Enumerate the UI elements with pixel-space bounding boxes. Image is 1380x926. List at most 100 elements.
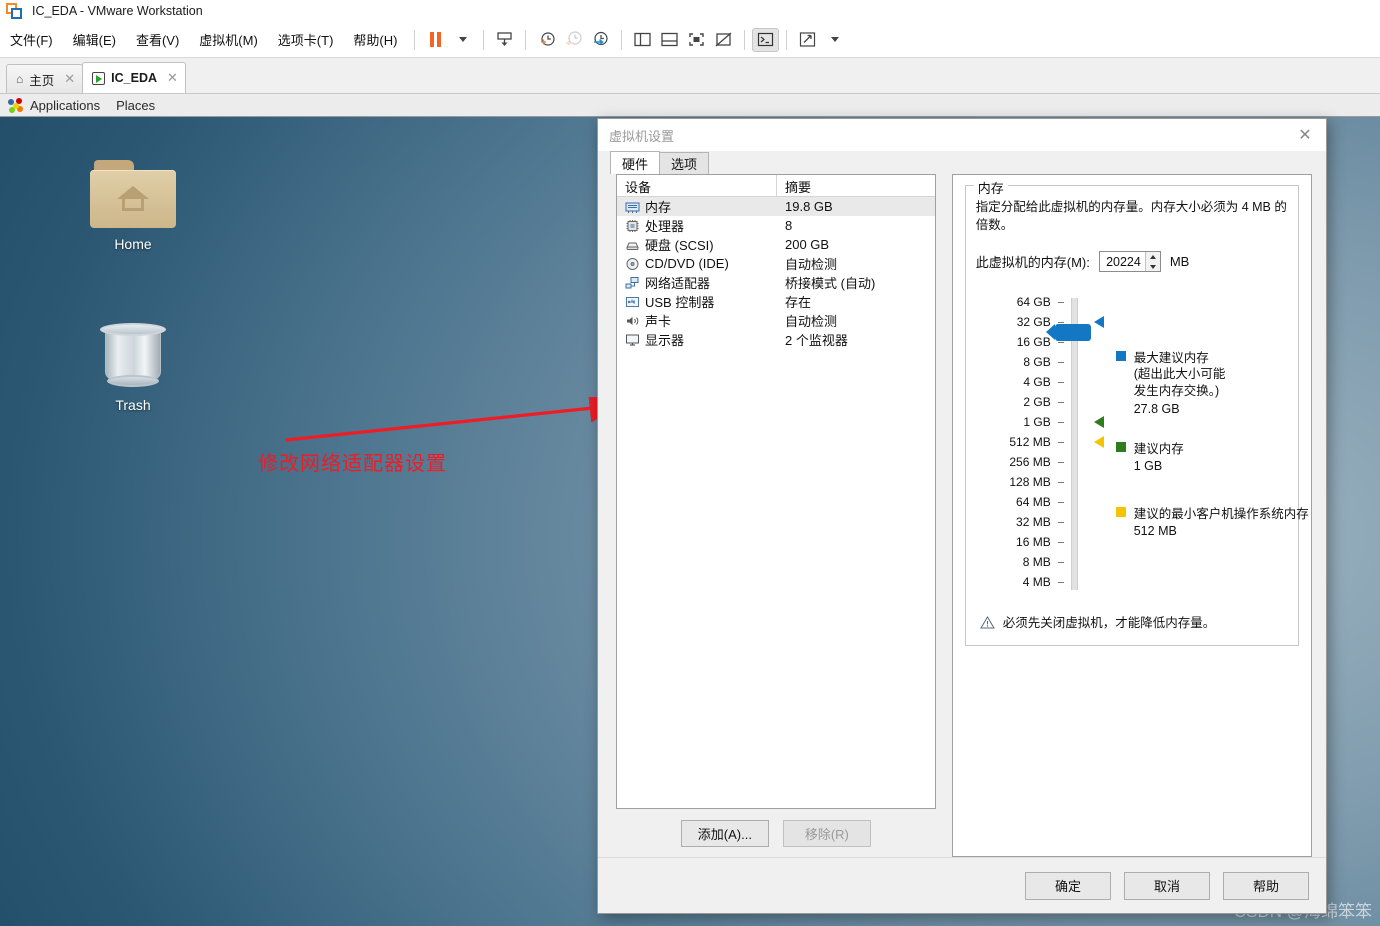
menu-file[interactable]: 文件(F) [0, 26, 63, 53]
vm-play-icon [92, 71, 106, 85]
applications-menu[interactable]: Applications [8, 97, 100, 113]
device-name: 声卡 [645, 314, 672, 329]
screen: IC_EDA - VMware Workstation 文件(F) 编辑(E) … [0, 0, 1380, 926]
remove-device-button[interactable]: 移除(R) [782, 819, 871, 847]
power-dropdown-caret-icon[interactable] [449, 28, 476, 52]
device-list-header: 设备 摘要 [617, 175, 935, 197]
table-row[interactable]: 硬盘 (SCSI) 200 GB [617, 235, 935, 254]
window-titlebar: IC_EDA - VMware Workstation [0, 0, 1380, 22]
device-name: 内存 [645, 200, 672, 215]
memory-settings-panel: 内存 指定分配给此虚拟机的内存量。内存大小必须为 4 MB 的倍数。 此虚拟机的… [951, 174, 1312, 857]
legend-item-max-recommended: 最大建议内存 (超出此大小可能 发生内存交换。) 27.8 GB [1115, 347, 1311, 416]
legend-title: 建议的最小客户机操作系统内存 [1133, 507, 1309, 521]
snapshot-manager-icon[interactable] [587, 28, 614, 52]
cd-dvd-icon [626, 257, 639, 270]
device-buttons: 添加(A)... 移除(R) [616, 809, 936, 857]
dialog-footer: 确定 取消 帮助 [598, 857, 1326, 913]
scale-tick-label: 8 MB [1022, 555, 1051, 570]
toolbar-separator [786, 29, 788, 50]
guest-top-panel: Applications Places [0, 94, 1380, 117]
settings-column: 内存 指定分配给此虚拟机的内存量。内存大小必须为 4 MB 的倍数。 此虚拟机的… [951, 174, 1312, 857]
table-row[interactable]: 内存 19.8 GB [617, 197, 935, 216]
unity-mode-icon[interactable] [710, 28, 737, 52]
device-summary: 8 [785, 218, 793, 233]
home-folder-icon [90, 160, 176, 230]
table-row[interactable]: 处理器 8 [617, 216, 935, 235]
tab-close-icon[interactable]: ✕ [64, 71, 75, 87]
device-summary: 自动检测 [785, 314, 838, 329]
pause-icon[interactable] [422, 28, 449, 52]
help-button[interactable]: 帮助 [1223, 871, 1309, 900]
memory-icon [625, 202, 640, 213]
device-name: 硬盘 (SCSI) [645, 238, 714, 253]
dialog-body: 设备 摘要 内存 19.8 GB 处理器 8 硬盘 (SCSI) 200 GB … [598, 174, 1326, 857]
console-icon[interactable] [752, 27, 780, 52]
memory-stepper[interactable] [1098, 251, 1161, 273]
desktop-icon-trash-label: Trash [115, 397, 151, 413]
show-sidebar-icon[interactable] [629, 28, 656, 52]
tab-home[interactable]: ⌂ 主页 ✕ [6, 64, 84, 93]
legend-title: 建议内存 [1133, 442, 1184, 456]
take-snapshot-icon[interactable] [533, 28, 560, 52]
scale-tick-label: 64 MB [1016, 495, 1051, 510]
memory-input[interactable] [1099, 254, 1145, 269]
cancel-button[interactable]: 取消 [1124, 871, 1210, 900]
tab-ic-eda[interactable]: IC_EDA ✕ [82, 62, 186, 93]
table-row[interactable]: 显示器 2 个监视器 [617, 330, 935, 349]
memory-groupbox-legend: 内存 [973, 178, 1008, 197]
network-adapter-icon [625, 276, 639, 288]
table-row[interactable]: 声卡 自动检测 [617, 311, 935, 330]
harddisk-icon [626, 242, 639, 250]
tab-close-icon[interactable]: ✕ [167, 70, 178, 86]
stepper-up-icon[interactable] [1146, 252, 1160, 262]
scale-tick-label: 16 MB [1016, 535, 1051, 550]
menu-view[interactable]: 查看(V) [126, 26, 189, 53]
places-menu[interactable]: Places [116, 98, 155, 113]
desktop-icon-home[interactable]: Home [73, 160, 193, 252]
memory-field-row: 此虚拟机的内存(M): MB [976, 251, 1288, 273]
dialog-titlebar: 虚拟机设置 ✕ [598, 119, 1326, 151]
device-list[interactable]: 设备 摘要 内存 19.8 GB 处理器 8 硬盘 (SCSI) 200 GB … [616, 174, 936, 809]
scale-tick-label: 32 MB [1016, 515, 1051, 530]
tab-ic-eda-label: IC_EDA [111, 71, 158, 85]
device-name: USB 控制器 [645, 295, 715, 310]
dialog-title: 虚拟机设置 [609, 128, 675, 144]
tab-hardware[interactable]: 硬件 [610, 151, 661, 174]
memory-warning-text: 必须先关闭虚拟机，才能降低内存量。 [1002, 616, 1216, 631]
menu-help[interactable]: 帮助(H) [343, 26, 407, 53]
snapshot-icon[interactable] [491, 28, 518, 52]
table-row[interactable]: 网络适配器 桥接模式 (自动) [617, 273, 935, 292]
legend-value: 1 GB [1133, 459, 1163, 473]
memory-legend: 最大建议内存 (超出此大小可能 发生内存交换。) 27.8 GB 建议内存 1 … [1115, 347, 1311, 554]
table-row[interactable]: CD/DVD (IDE) 自动检测 [617, 254, 935, 273]
ok-button[interactable]: 确定 [1025, 871, 1111, 900]
fullscreen-icon[interactable] [683, 28, 710, 52]
desktop-icon-home-label: Home [114, 236, 152, 252]
menu-tabs[interactable]: 选项卡(T) [268, 26, 344, 53]
memory-slider-thumb[interactable] [1045, 324, 1091, 342]
vmware-logo-icon [6, 3, 22, 19]
device-name: CD/DVD (IDE) [645, 256, 729, 271]
expand-caret-icon[interactable] [821, 28, 848, 52]
tab-home-label: 主页 [29, 73, 55, 88]
show-bottom-pane-icon[interactable] [656, 28, 683, 52]
menu-edit[interactable]: 编辑(E) [63, 26, 126, 53]
trash-bin-icon [96, 317, 170, 391]
menu-vm[interactable]: 虚拟机(M) [189, 26, 268, 53]
desktop-icon-trash[interactable]: Trash [73, 317, 193, 413]
revert-snapshot-icon[interactable] [560, 28, 587, 52]
close-icon[interactable]: ✕ [1290, 122, 1320, 148]
add-device-button[interactable]: 添加(A)... [680, 819, 769, 847]
tab-options[interactable]: 选项 [659, 152, 710, 174]
device-summary: 19.8 GB [785, 199, 833, 214]
table-row[interactable]: USB 控制器 存在 [617, 292, 935, 311]
legend-swatch-blue [1115, 351, 1126, 362]
expand-icon[interactable] [794, 28, 821, 52]
annotation-text: 修改网络适配器设置 [258, 453, 447, 475]
legend-swatch-yellow [1115, 507, 1126, 517]
scale-tick-label: 512 MB [1009, 435, 1051, 450]
stepper-down-icon[interactable] [1146, 262, 1160, 272]
memory-slider-track[interactable] [1070, 298, 1078, 591]
recommended-marker [1093, 416, 1104, 429]
device-summary: 2 个监视器 [785, 333, 848, 348]
